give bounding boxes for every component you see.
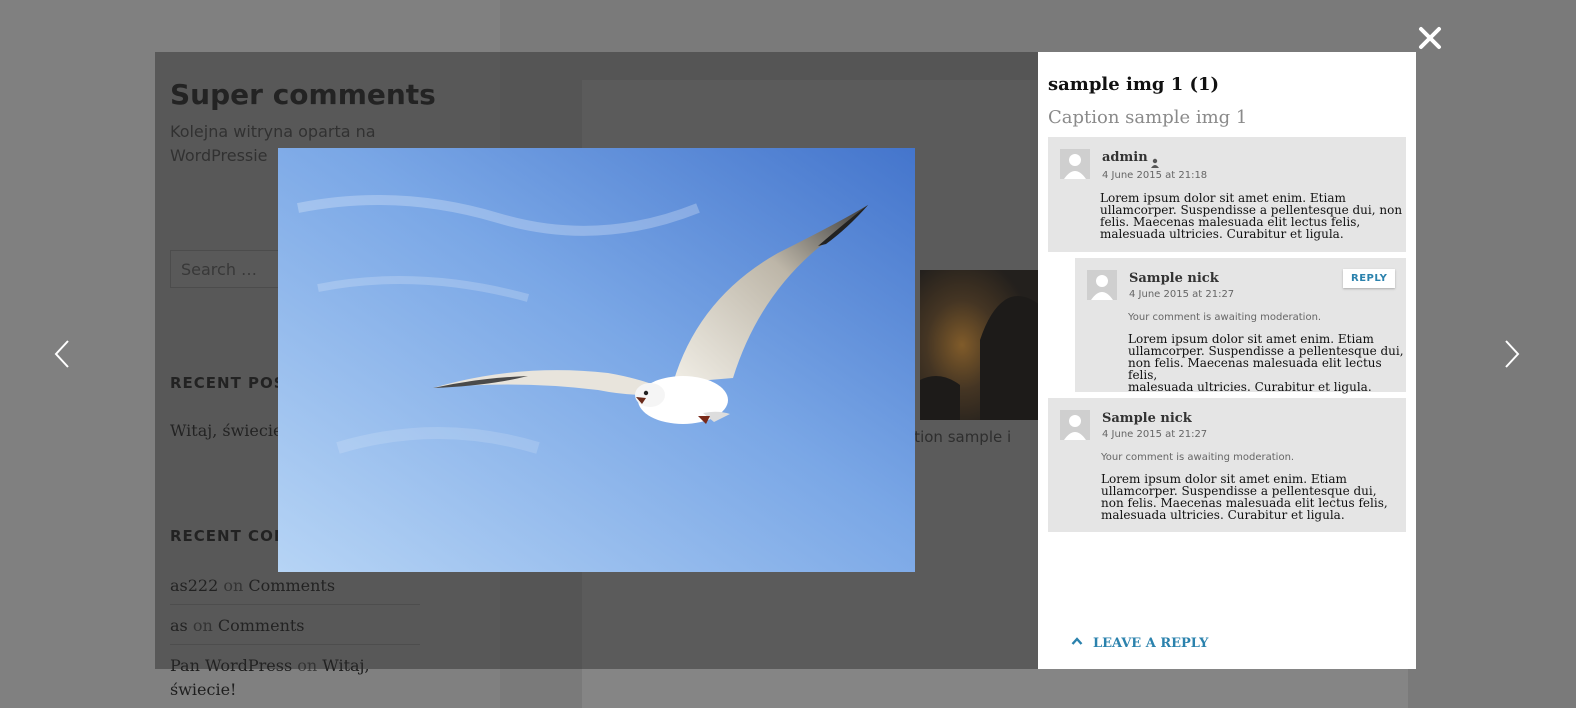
leave-reply-label: LEAVE A REPLY xyxy=(1093,636,1209,651)
comment-author[interactable]: Sample nick xyxy=(1129,271,1219,286)
comment-date[interactable]: 4 June 2015 at 21:27 xyxy=(1102,429,1207,440)
comment-date[interactable]: 4 June 2015 at 21:27 xyxy=(1129,289,1234,300)
comment-date[interactable]: 4 June 2015 at 21:18 xyxy=(1102,170,1207,181)
moderation-notice: Your comment is awaiting moderation. xyxy=(1101,452,1295,463)
moderation-notice: Your comment is awaiting moderation. xyxy=(1128,312,1322,323)
comment-text-line: non felis. Maecenas malesuada elit lectu… xyxy=(1128,356,1382,382)
comment: Sample nick 4 June 2015 at 21:27 Your co… xyxy=(1048,398,1406,532)
comment-text: Lorem ipsum dolor sit amet enim. Etiam u… xyxy=(1101,473,1388,521)
reply-button[interactable]: REPLY xyxy=(1343,269,1396,288)
chevron-right-icon[interactable] xyxy=(1500,338,1524,370)
comment-text-line: malesuada ultricies. Curabitur et ligula… xyxy=(1100,227,1344,241)
leave-reply-link[interactable]: LEAVE A REPLY xyxy=(1071,636,1209,651)
image-caption: Caption sample img 1 xyxy=(1048,107,1248,128)
comment-text-line: malesuada ultricies. Curabitur et ligula… xyxy=(1101,508,1345,522)
comments-panel: sample img 1 (1) Caption sample img 1 ad… xyxy=(1038,52,1416,669)
image-title: sample img 1 (1) xyxy=(1048,74,1220,95)
close-icon[interactable] xyxy=(1414,22,1446,54)
avatar xyxy=(1087,270,1117,300)
avatar xyxy=(1060,149,1090,179)
user-icon xyxy=(1150,153,1160,168)
comment-text: Lorem ipsum dolor sit amet enim. Etiam u… xyxy=(1100,192,1402,240)
chevron-left-icon[interactable] xyxy=(50,338,74,370)
comment: admin 4 June 2015 at 21:18 Lorem ipsum d… xyxy=(1048,137,1406,252)
avatar xyxy=(1060,410,1090,440)
comment-reply: Sample nick 4 June 2015 at 21:27 REPLY Y… xyxy=(1075,258,1406,393)
chevron-up-icon xyxy=(1071,635,1083,647)
comment-author[interactable]: admin xyxy=(1102,150,1148,165)
comment-author[interactable]: Sample nick xyxy=(1102,411,1192,426)
comment-text: Lorem ipsum dolor sit amet enim. Etiam u… xyxy=(1128,333,1406,393)
lightbox-photo xyxy=(278,148,915,572)
comment-text-line: malesuada ultricies. Curabitur et ligula… xyxy=(1128,380,1372,394)
